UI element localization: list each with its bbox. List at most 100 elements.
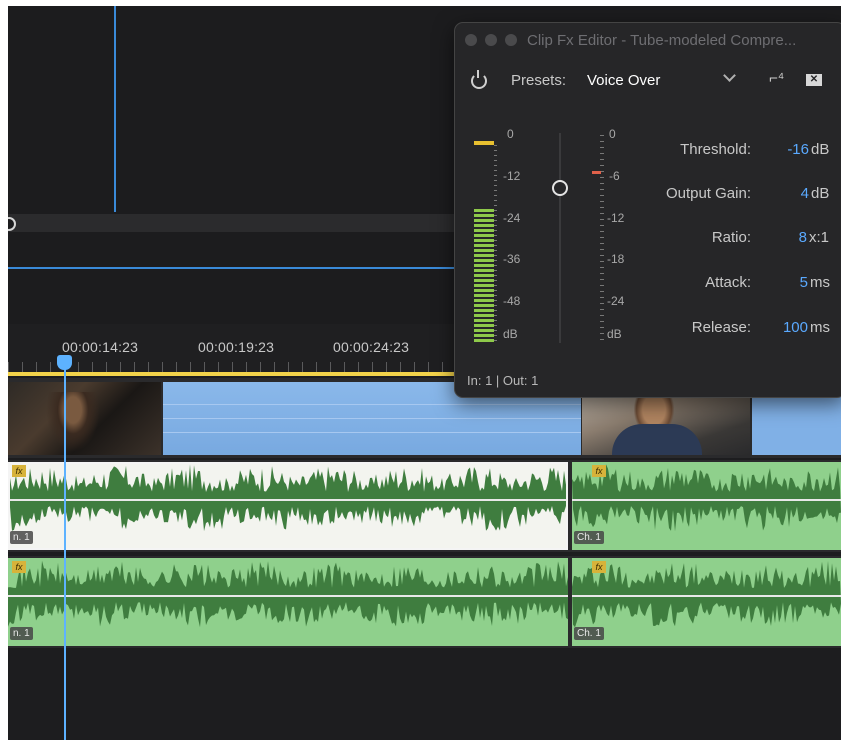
threshold-slider-track[interactable]: [559, 133, 561, 343]
fx-badge[interactable]: fx: [12, 561, 26, 573]
meter-scale-tick: [494, 270, 497, 271]
meter-segment: [474, 224, 494, 227]
gain-scale-tick: [600, 261, 604, 262]
power-icon[interactable]: [471, 70, 487, 89]
meter-segment: [474, 309, 494, 312]
attack-value[interactable]: 5: [774, 274, 808, 291]
meter-scale-tick: [494, 165, 497, 166]
gain-scale-tick: [600, 321, 604, 322]
waveform: [8, 462, 568, 550]
gain-scale-tick: [600, 285, 604, 286]
meter-segment: [474, 339, 494, 342]
presets-dropdown[interactable]: Voice Over: [587, 72, 660, 89]
meter-scale-tick: [494, 185, 497, 186]
meter-scale-tick: [494, 205, 497, 206]
output-gain-label: Output Gain:: [665, 185, 751, 202]
input-scale-label: -12: [503, 169, 521, 183]
meter-segment: [474, 274, 494, 277]
zoom-window-button[interactable]: [505, 34, 517, 46]
gain-scale-tick: [600, 309, 604, 310]
meter-scale-tick: [494, 190, 497, 191]
meter-scale-tick: [494, 235, 497, 236]
input-scale-label: dB: [503, 327, 518, 341]
threshold-slider-thumb[interactable]: [552, 180, 568, 196]
meter-segment: [474, 219, 494, 222]
audio-clip[interactable]: fx Ch. 1: [572, 558, 841, 646]
meter-scale-tick: [494, 295, 497, 296]
gain-scale-tick: [600, 267, 604, 268]
meter-segment: [474, 234, 494, 237]
minimize-window-button[interactable]: [485, 34, 497, 46]
timeline-window: 00:00:14:23 00:00:19:23 00:00:24:23 fx n…: [8, 6, 841, 740]
close-window-button[interactable]: [465, 34, 477, 46]
fx-badge[interactable]: fx: [592, 561, 606, 573]
fx-badge[interactable]: fx: [592, 465, 606, 477]
ratio-label: Ratio:: [711, 229, 751, 246]
io-status: In: 1 | Out: 1: [467, 373, 539, 388]
gain-scale-tick: [600, 159, 604, 160]
gain-scale-tick: [600, 279, 604, 280]
audio-clip[interactable]: fx n. 1: [8, 558, 568, 646]
output-scale-label: -24: [607, 294, 625, 308]
meter-scale-tick: [494, 225, 497, 226]
preset-save-icon[interactable]: ⌐⁴: [769, 70, 784, 87]
meter-scale-tick: [494, 335, 497, 336]
fx-badge[interactable]: fx: [12, 465, 26, 477]
meter-scale-tick: [494, 285, 497, 286]
meter-scale-tick: [494, 160, 497, 161]
clip-fx-editor-window: Clip Fx Editor - Tube-modeled Compre... …: [454, 22, 841, 398]
input-scale-label: -36: [503, 252, 521, 266]
video-clip-thumbnail-1[interactable]: [8, 382, 161, 455]
meter-segment: [474, 214, 494, 217]
release-value[interactable]: 100: [774, 319, 808, 336]
chevron-down-icon[interactable]: [723, 69, 736, 82]
meter-scale-tick: [494, 145, 497, 146]
gain-scale-tick: [600, 315, 604, 316]
meter-segment: [474, 264, 494, 267]
empty-track-area: [8, 652, 841, 740]
audio-clip-selected[interactable]: fx n. 1: [8, 462, 568, 550]
gain-scale-tick: [600, 189, 604, 190]
presets-label: Presets:: [511, 72, 567, 89]
output-gain-value[interactable]: 4: [775, 185, 809, 202]
editor-titlebar[interactable]: Clip Fx Editor - Tube-modeled Compre...: [455, 23, 841, 57]
meter-scale-tick: [494, 180, 497, 181]
meter-scale-tick: [494, 290, 497, 291]
gain-scale-tick: [600, 339, 604, 340]
gain-scale-tick: [600, 291, 604, 292]
preset-delete-icon[interactable]: ✕: [806, 74, 822, 86]
meter-scale-tick: [494, 250, 497, 251]
meter-segment: [474, 229, 494, 232]
threshold-unit: dB: [811, 141, 830, 158]
meter-scale-tick: [494, 305, 497, 306]
threshold-value[interactable]: -16: [775, 141, 809, 158]
gain-scale-tick: [600, 183, 604, 184]
gain-reduction-indicator: [592, 171, 601, 174]
gain-scale-tick: [600, 303, 604, 304]
gain-scale-tick: [600, 147, 604, 148]
playhead-line[interactable]: [64, 366, 66, 740]
meter-scale-tick: [494, 195, 497, 196]
gain-scale-tick: [600, 327, 604, 328]
output-scale-label: 0: [609, 127, 616, 141]
meter-scale-tick: [494, 280, 497, 281]
input-peak-indicator: [474, 141, 494, 145]
playhead-icon[interactable]: [57, 355, 72, 370]
meter-scale-tick: [494, 245, 497, 246]
output-scale-label: dB: [607, 327, 622, 341]
meter-segment: [474, 329, 494, 332]
waveform: [8, 558, 568, 646]
audio-clip[interactable]: fx Ch. 1: [572, 462, 841, 550]
meter-scale-tick: [494, 210, 497, 211]
release-label: Release:: [691, 319, 751, 336]
meter-scale-tick: [494, 340, 497, 341]
input-scale-label: -48: [503, 294, 521, 308]
meter-scale-tick: [494, 150, 497, 151]
gain-scale-tick: [600, 201, 604, 202]
meter-segment: [474, 324, 494, 327]
meter-scale-tick: [494, 240, 497, 241]
meter-scale-tick: [494, 325, 497, 326]
gain-scale-tick: [600, 213, 604, 214]
ratio-value[interactable]: 8: [773, 229, 807, 246]
meter-segment: [474, 259, 494, 262]
